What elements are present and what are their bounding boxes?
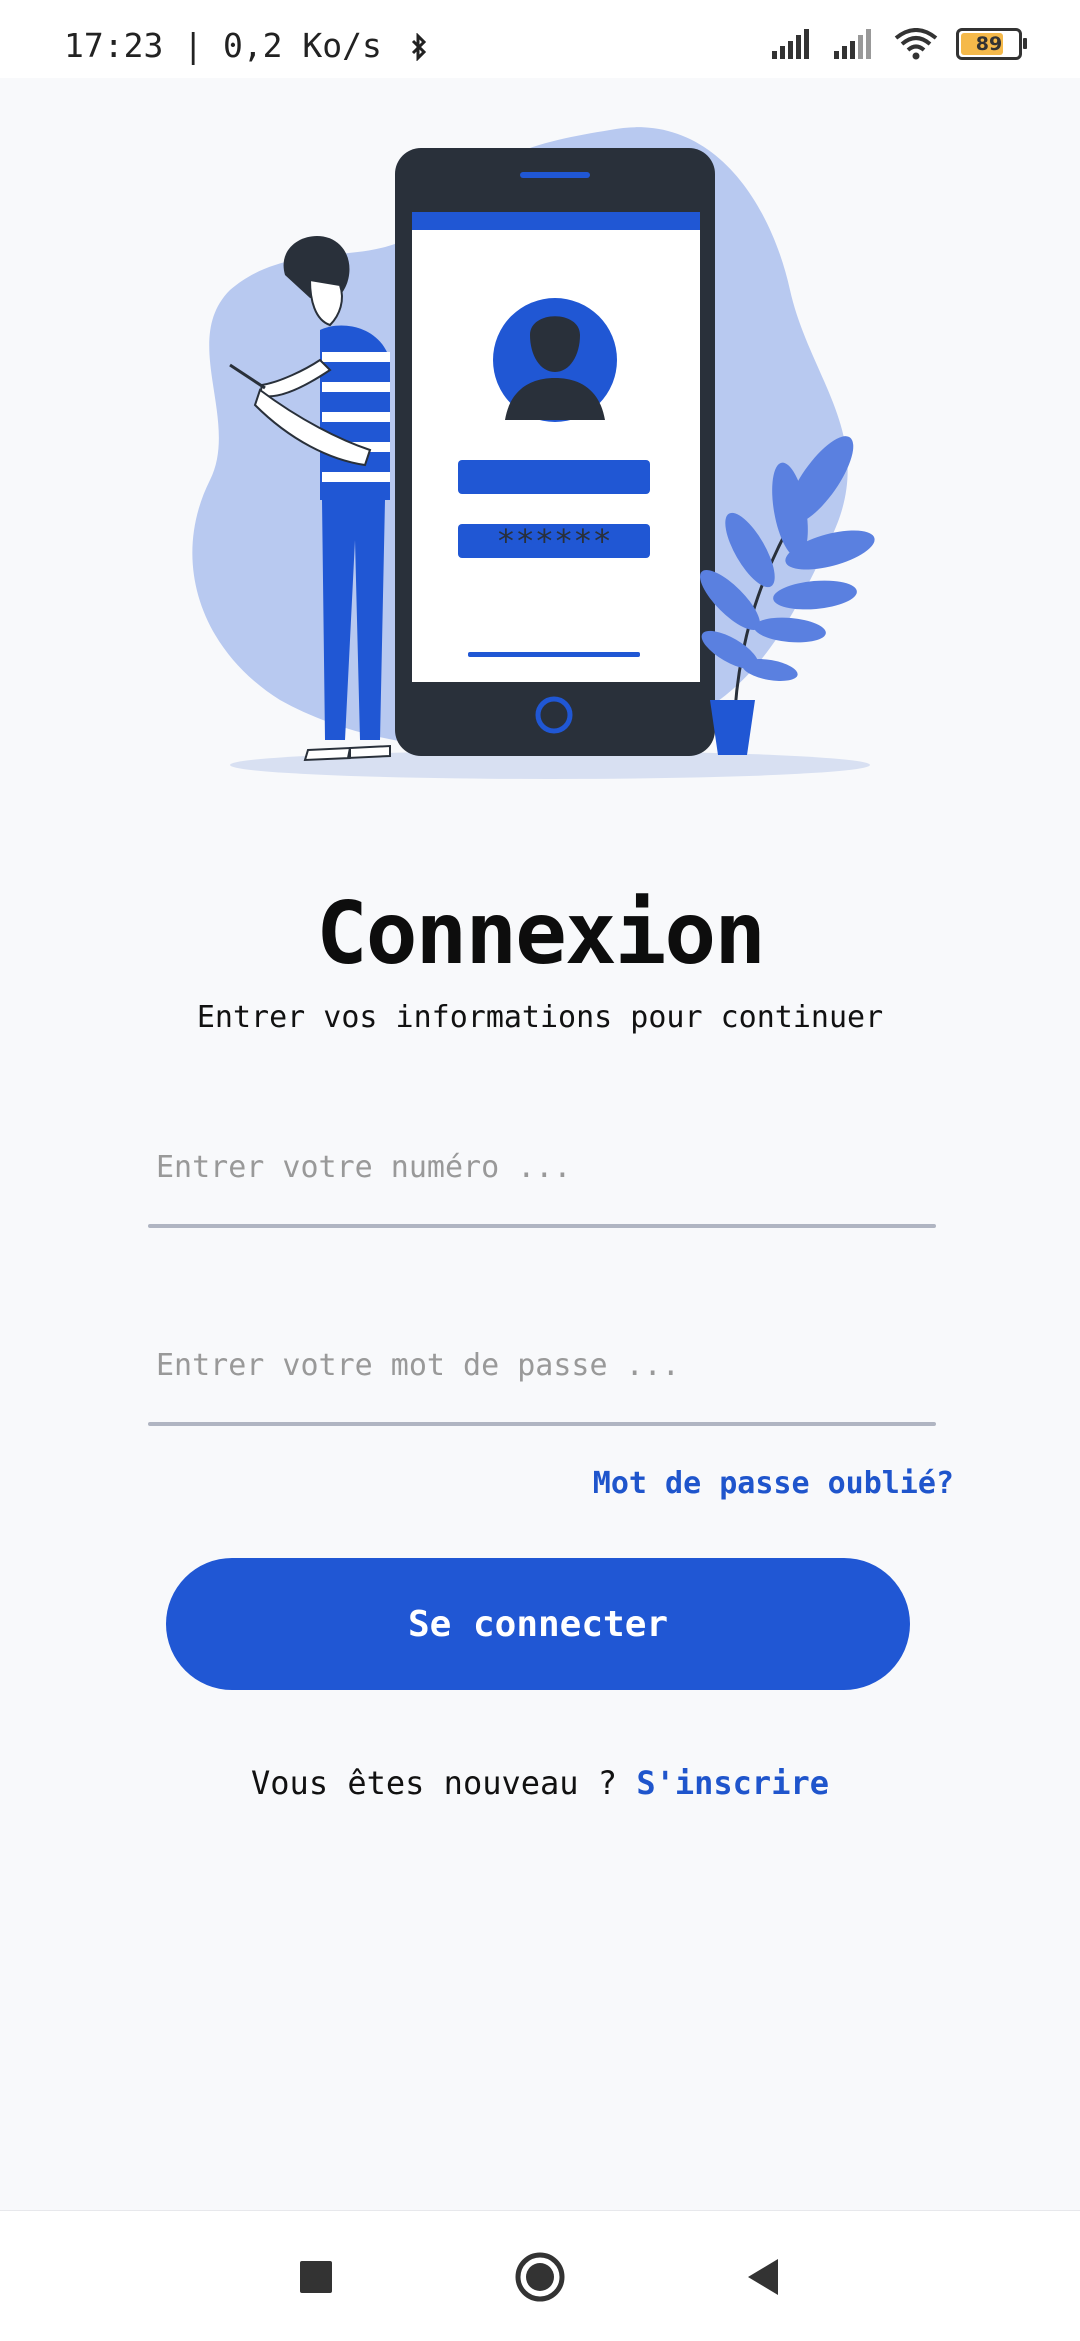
login-button[interactable]: Se connecter — [166, 1558, 910, 1690]
signal-icon — [834, 29, 871, 59]
page-title: Connexion — [316, 884, 766, 984]
recent-apps-icon[interactable] — [292, 2253, 340, 2301]
battery-level: 89 — [975, 33, 1003, 55]
username-bar — [458, 460, 650, 494]
phone-screen — [412, 212, 700, 682]
password-input[interactable] — [148, 1310, 936, 1420]
page-subtitle: Entrer vos informations pour continuer — [196, 1000, 884, 1035]
phone-field-underline — [148, 1224, 936, 1228]
password-mask: ****** — [496, 522, 612, 560]
phone-number-input[interactable] — [148, 1112, 936, 1222]
wifi-icon — [894, 28, 938, 60]
home-icon[interactable] — [514, 2251, 566, 2303]
password-field-underline — [148, 1422, 936, 1426]
signup-link[interactable]: S'inscrire — [636, 1764, 829, 1802]
signup-prompt: Vous êtes nouveau ? — [251, 1764, 618, 1802]
plant-pot — [710, 700, 755, 755]
phone-field — [148, 1112, 936, 1228]
status-time: 17:23 | 0,2 Ko/s — [64, 26, 430, 65]
signup-row: Vous êtes nouveau ? S'inscrire — [0, 1764, 1080, 1802]
password-field — [148, 1310, 936, 1426]
phone-speaker — [520, 172, 590, 178]
phone-screen-header — [412, 212, 700, 230]
status-bar: 17:23 | 0,2 Ko/s 89 — [0, 0, 1080, 78]
screen-underline — [468, 652, 640, 657]
signal-icon — [772, 29, 809, 59]
navigation-bar — [0, 2210, 1080, 2341]
back-icon[interactable] — [740, 2253, 788, 2301]
forgot-password-link[interactable]: Mot de passe oublié? — [593, 1466, 954, 1501]
battery-icon: 89 — [956, 28, 1027, 60]
login-illustration: ****** — [192, 127, 875, 779]
bluetooth-icon — [411, 32, 426, 62]
status-icons: 89 — [770, 28, 1027, 60]
status-time-text: 17:23 | 0,2 Ko/s — [64, 26, 382, 65]
